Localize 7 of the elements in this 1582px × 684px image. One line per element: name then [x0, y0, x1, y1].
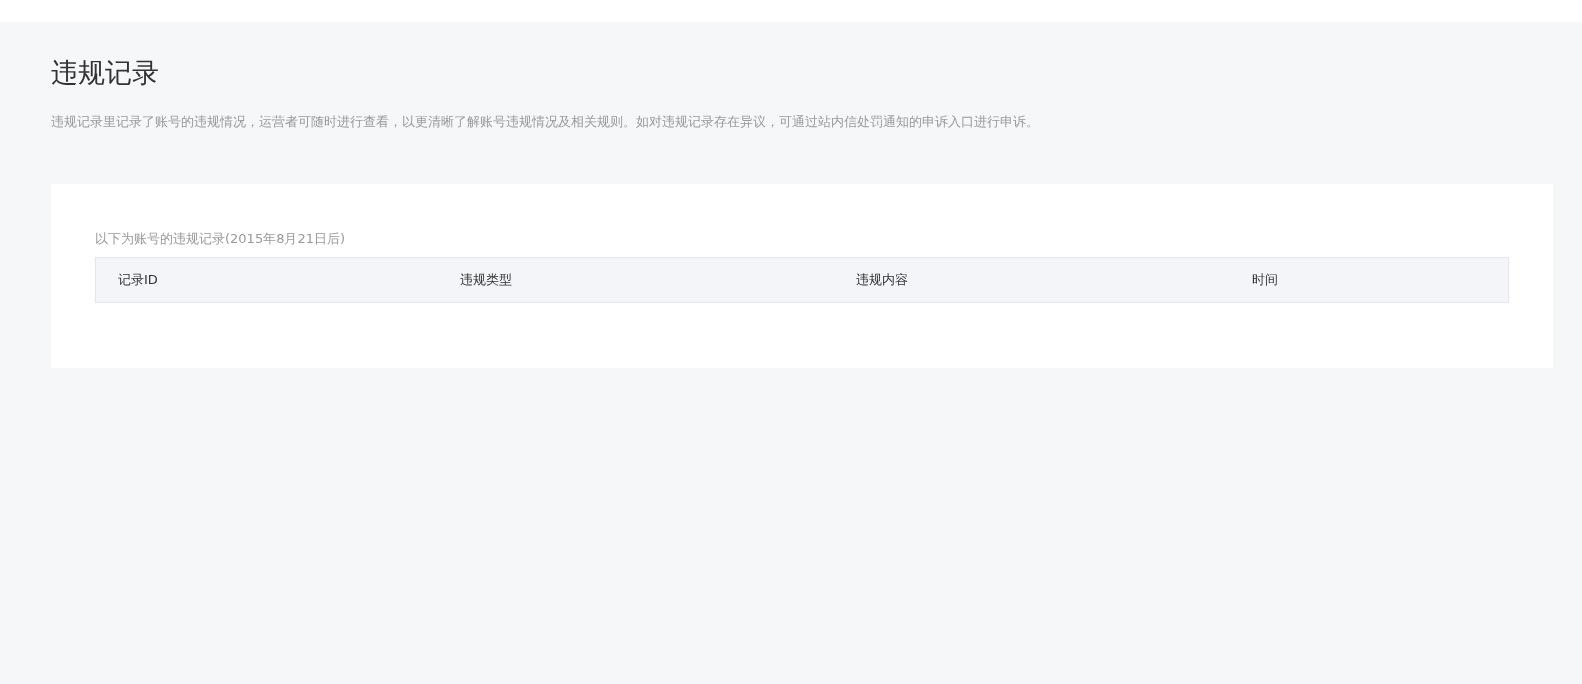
page-title: 违规记录: [51, 56, 159, 90]
column-header: 违规类型: [460, 271, 512, 289]
column-header: 违规内容: [856, 271, 908, 289]
column-header: 时间: [1252, 271, 1278, 289]
records-caption: 以下为账号的违规记录(2015年8月21日后): [95, 230, 346, 248]
column-header: 记录ID: [118, 271, 158, 289]
page-description: 违规记录里记录了账号的违规情况，运营者可随时进行查看，以更清晰了解账号违规情况及相关规则。如对违规记录存在异议，可通过站内信处罚通知的申诉入口进行申诉。: [51, 113, 1039, 131]
